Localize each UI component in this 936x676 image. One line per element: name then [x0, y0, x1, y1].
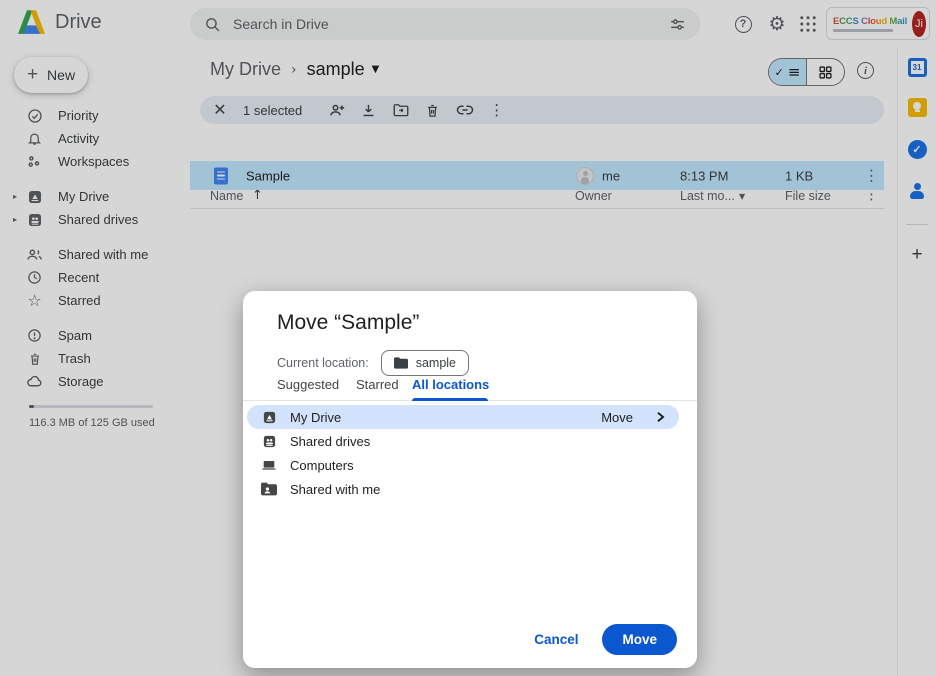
- chevron-right-icon[interactable]: [656, 411, 665, 423]
- tab-suggested[interactable]: Suggested: [277, 377, 339, 392]
- google-drive-app: Drive ? ⚙ ECCS Cloud Mail: [0, 0, 936, 676]
- shared-with-me-folder-icon: [261, 481, 277, 497]
- move-here-label[interactable]: Move: [601, 410, 633, 425]
- current-location-name: sample: [416, 356, 456, 370]
- move-dialog: Move “Sample” Current location: sample S…: [243, 291, 697, 668]
- shared-drives-icon: [261, 433, 277, 449]
- current-location-chip[interactable]: sample: [381, 350, 469, 376]
- move-button[interactable]: Move: [602, 624, 677, 655]
- my-drive-icon: [261, 409, 277, 425]
- location-list: My Drive Move Shared drives Computers: [243, 405, 697, 501]
- dialog-title: Move “Sample”: [277, 311, 419, 335]
- tab-all-locations[interactable]: All locations: [412, 377, 489, 392]
- active-tab-underline: [412, 398, 488, 401]
- cancel-button[interactable]: Cancel: [520, 624, 592, 655]
- folder-icon: [394, 357, 408, 369]
- computers-laptop-icon: [261, 457, 277, 473]
- location-item-shared-with-me[interactable]: Shared with me: [243, 477, 697, 501]
- current-location-label: Current location:: [277, 356, 369, 370]
- location-item-my-drive[interactable]: My Drive Move: [247, 405, 679, 429]
- location-item-computers[interactable]: Computers: [243, 453, 697, 477]
- location-item-shared-drives[interactable]: Shared drives: [243, 429, 697, 453]
- dialog-tabs: Suggested Starred All locations: [243, 375, 697, 401]
- tab-starred[interactable]: Starred: [356, 377, 399, 392]
